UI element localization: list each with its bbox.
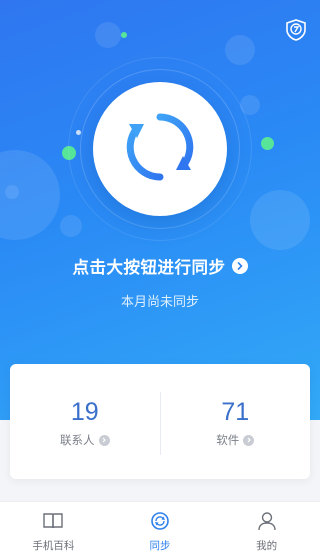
sync-hero: 点击大按钮进行同步 本月尚未同步 bbox=[0, 0, 320, 420]
stat-contacts-value: 19 bbox=[70, 398, 99, 426]
sync-status-text: 本月尚未同步 bbox=[120, 295, 199, 310]
stat-contacts[interactable]: 19 联系人 bbox=[10, 364, 160, 479]
stats-card: 19 联系人 71 软件 bbox=[10, 364, 310, 479]
tab-sync[interactable]: 同步 bbox=[107, 502, 214, 551]
user-profile-icon[interactable] bbox=[284, 18, 308, 42]
stat-apps-label: 软件 bbox=[216, 433, 240, 447]
tab-sync-label: 同步 bbox=[149, 540, 171, 551]
bottom-tabbar: 手机百科 同步 我的 bbox=[0, 501, 320, 551]
decor-bubble bbox=[60, 215, 82, 237]
decor-bubble bbox=[250, 190, 310, 250]
decor-dot bbox=[121, 32, 127, 38]
sync-prompt-title: 点击大按钮进行同步 bbox=[72, 258, 226, 277]
tab-mine-label: 我的 bbox=[256, 540, 278, 551]
sync-prompt[interactable]: 点击大按钮进行同步 bbox=[0, 254, 320, 278]
chevron-right-icon bbox=[243, 434, 255, 446]
tab-phone-wiki[interactable]: 手机百科 bbox=[0, 502, 107, 551]
tab-mine[interactable]: 我的 bbox=[213, 502, 320, 551]
decor-bubble bbox=[5, 185, 19, 199]
stat-apps[interactable]: 71 软件 bbox=[161, 364, 311, 479]
decor-bubble bbox=[225, 35, 255, 65]
person-icon bbox=[256, 511, 278, 535]
decor-dot bbox=[261, 137, 274, 150]
tab-phone-wiki-label: 手机百科 bbox=[32, 540, 75, 551]
sync-arrows-icon bbox=[121, 108, 199, 190]
stat-apps-value: 71 bbox=[221, 398, 250, 426]
sync-icon bbox=[149, 511, 171, 535]
chevron-right-icon bbox=[98, 434, 110, 446]
book-icon bbox=[42, 511, 64, 535]
chevron-right-icon bbox=[231, 258, 248, 274]
sync-button[interactable] bbox=[93, 82, 227, 216]
decor-bubble bbox=[95, 22, 121, 48]
stat-contacts-label: 联系人 bbox=[60, 433, 95, 447]
